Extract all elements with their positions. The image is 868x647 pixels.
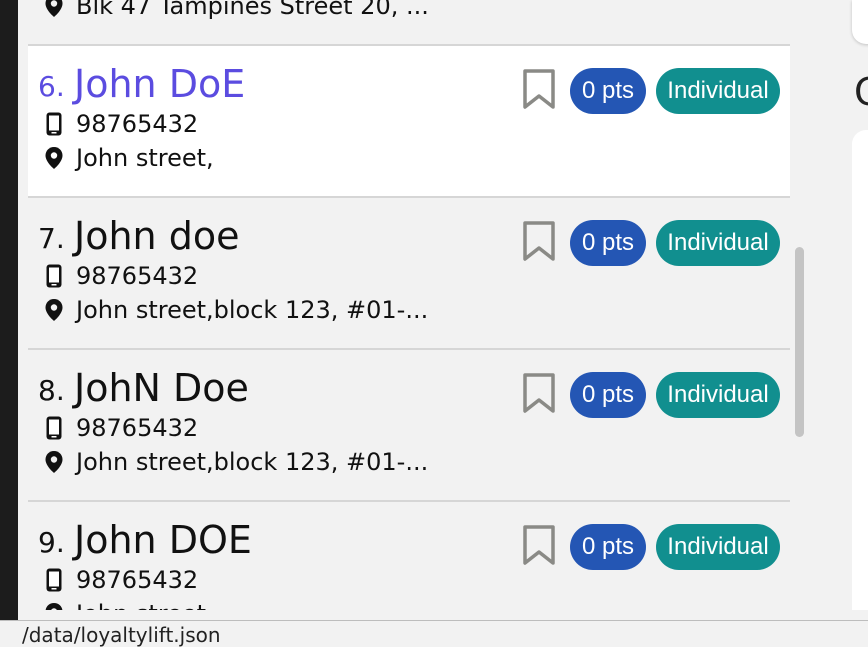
phone-icon [42, 568, 66, 592]
location-pin-icon [42, 298, 66, 322]
customer-list[interactable]: Blk 47 Tampines Street 20, ... 6. John D… [18, 0, 790, 610]
location-pin-icon [42, 0, 66, 18]
location-pin-icon [42, 450, 66, 474]
list-item-selected[interactable]: 6. John DoE 98765432 John street, 0 pts … [28, 46, 790, 198]
detail-heading: C [854, 70, 868, 114]
phone-icon [42, 264, 66, 288]
bookmark-icon[interactable] [522, 220, 556, 262]
phone-number: 98765432 [76, 414, 199, 442]
phone-row: 98765432 [42, 414, 198, 442]
phone-number: 98765432 [76, 566, 199, 594]
customer-name: John DOE [74, 518, 252, 562]
address-text: John street, [76, 144, 214, 172]
location-pin-icon [42, 602, 66, 610]
location-pin-icon [42, 146, 66, 170]
list-item[interactable]: Blk 47 Tampines Street 20, ... [28, 0, 790, 46]
item-index: 6. [38, 70, 65, 103]
membership-type-badge: Individual [656, 220, 780, 266]
list-item[interactable]: 7. John doe 98765432 John street,block 1… [28, 198, 790, 350]
phone-row: 98765432 [42, 110, 198, 138]
points-badge: 0 pts [570, 372, 646, 418]
item-index: 7. [38, 222, 65, 255]
bookmark-icon[interactable] [522, 372, 556, 414]
customer-name: JohN Doe [74, 366, 249, 410]
item-index: 8. [38, 374, 65, 407]
points-badge: 0 pts [570, 220, 646, 266]
phone-row: 98765432 [42, 566, 198, 594]
phone-number: 98765432 [76, 110, 199, 138]
membership-type-badge: Individual [656, 68, 780, 114]
file-path: /data/loyaltylift.json [22, 623, 221, 647]
list-item[interactable]: 8. JohN Doe 98765432 John street,block 1… [28, 350, 790, 502]
list-item[interactable]: 9. John DOE 98765432 John street 0 pts I… [28, 502, 790, 610]
status-bar: /data/loyaltylift.json [0, 620, 868, 647]
phone-row: 98765432 [42, 262, 198, 290]
customer-name: John doe [74, 214, 240, 258]
address-row: Blk 47 Tampines Street 20, ... [42, 0, 429, 20]
item-index: 9. [38, 526, 65, 559]
list-scrollbar[interactable] [795, 247, 804, 437]
membership-type-badge: Individual [656, 524, 780, 570]
phone-number: 98765432 [76, 262, 199, 290]
points-badge: 0 pts [570, 524, 646, 570]
bookmark-icon[interactable] [522, 524, 556, 566]
left-edge-bar [0, 0, 18, 638]
address-row: John street, [42, 144, 214, 172]
address-row: John street,block 123, #01-... [42, 448, 428, 476]
address-text: Blk 47 Tampines Street 20, ... [76, 0, 429, 20]
detail-card-top [852, 0, 868, 44]
points-badge: 0 pts [570, 68, 646, 114]
detail-card [852, 130, 868, 610]
membership-type-badge: Individual [656, 372, 780, 418]
address-text: John street,block 123, #01-... [76, 448, 429, 476]
address-text: John street,block 123, #01-... [76, 296, 429, 324]
phone-icon [42, 416, 66, 440]
bookmark-icon[interactable] [522, 68, 556, 110]
address-row: John street [42, 600, 206, 610]
address-row: John street,block 123, #01-... [42, 296, 428, 324]
phone-icon [42, 112, 66, 136]
customer-name: John DoE [74, 62, 246, 106]
address-text: John street [76, 600, 206, 610]
